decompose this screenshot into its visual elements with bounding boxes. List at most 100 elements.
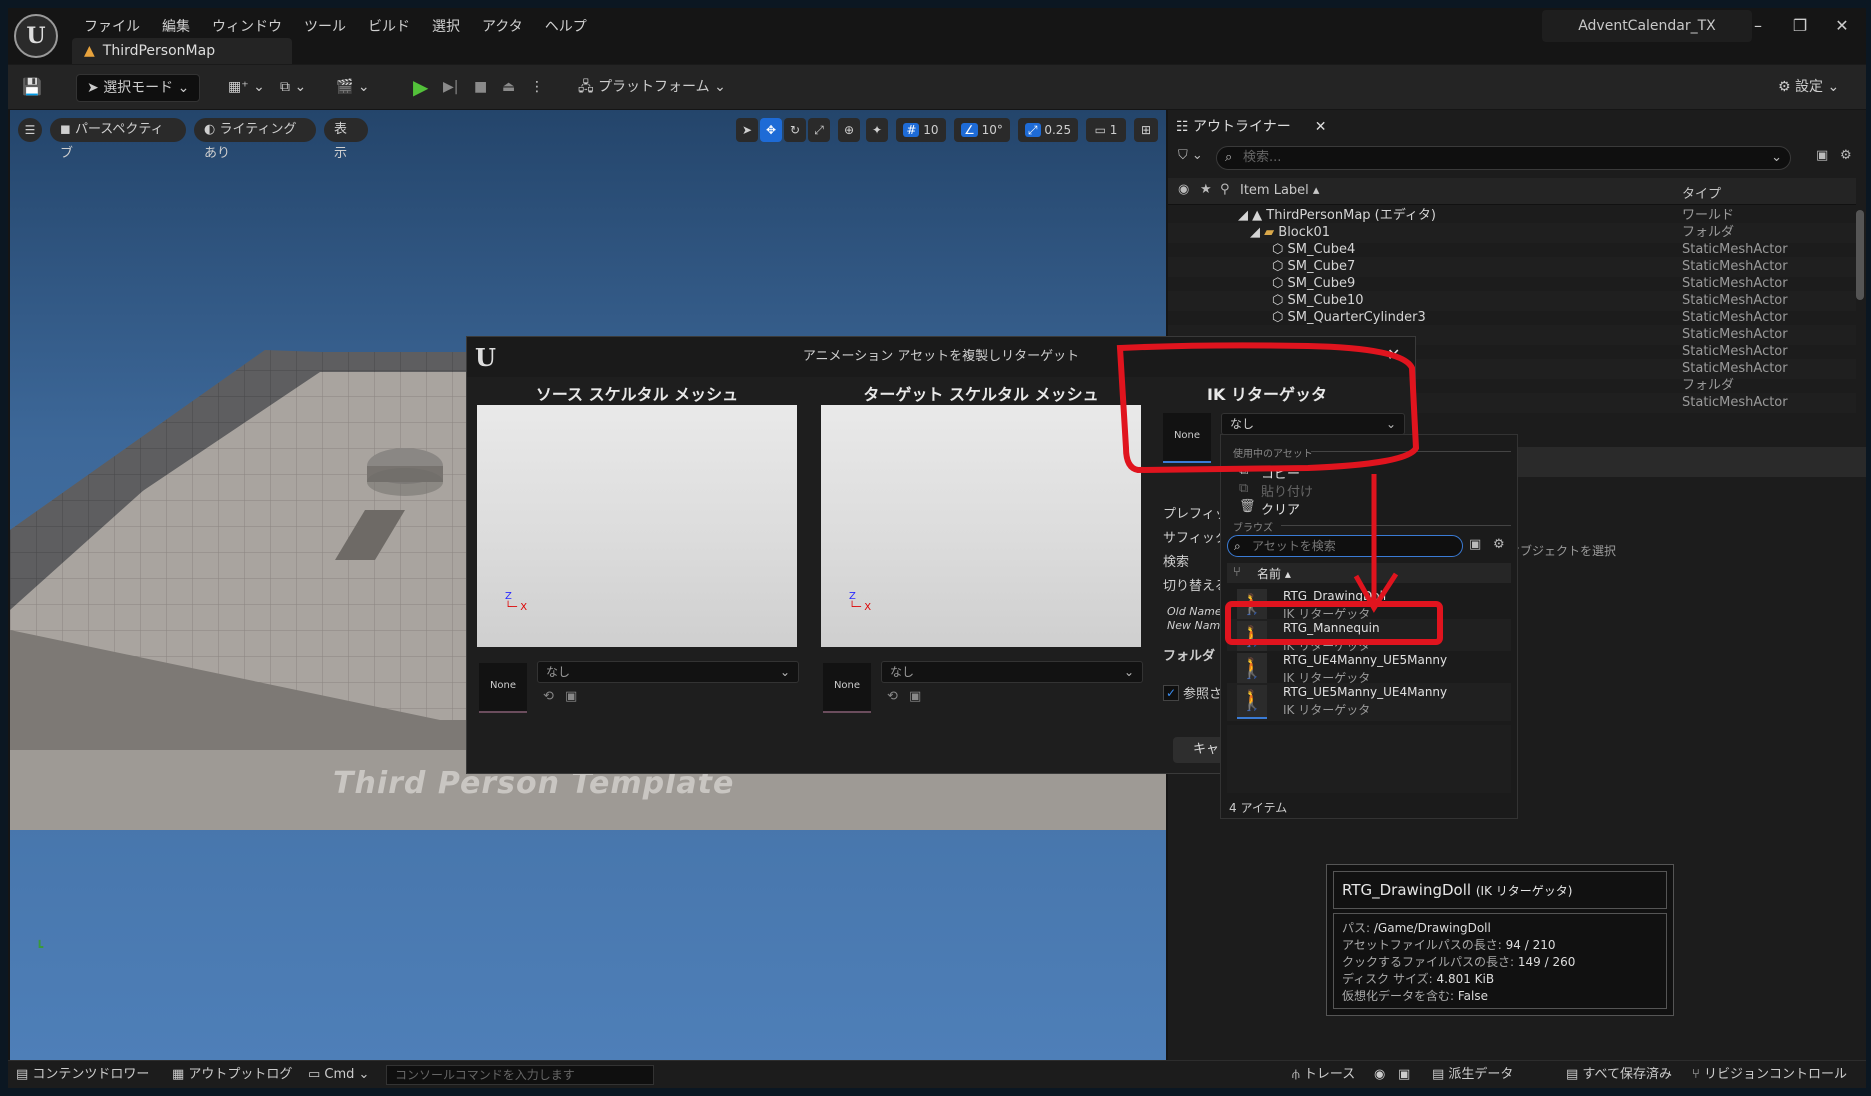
editor-window: U ファイル 編集 ウィンドウ ツール ビルド 選択 アクタ ヘルプ ▲ Thir… bbox=[8, 8, 1866, 1088]
source-mesh-combo[interactable]: なし ⌄ bbox=[537, 661, 799, 683]
asset-list-header: ⑂ 名前 ▴ bbox=[1227, 563, 1511, 583]
menu-actor[interactable]: アクタ bbox=[471, 10, 534, 44]
scale-tool-icon[interactable]: ⤢ bbox=[808, 118, 830, 142]
asset-list-empty-area bbox=[1227, 725, 1511, 793]
col-name[interactable]: 名前 ▴ bbox=[1257, 565, 1291, 582]
tab-outliner[interactable]: ☷ アウトライナー ✕ bbox=[1176, 114, 1326, 140]
revision-control-button[interactable]: ⑂ リビジョンコントロール bbox=[1692, 1061, 1847, 1088]
show-button[interactable]: 表示 bbox=[324, 118, 368, 161]
output-log-button[interactable]: ▦ アウトプットログ bbox=[172, 1061, 292, 1088]
outliner-settings-icon[interactable]: ⚙ bbox=[1840, 148, 1852, 163]
select-tool-icon[interactable]: ➤ bbox=[736, 118, 758, 142]
col-item-label[interactable]: Item Label ▴ bbox=[1240, 183, 1319, 198]
camera-speed-button[interactable]: ▭ 1 bbox=[1086, 118, 1126, 142]
view-settings-icon[interactable]: ⚙ bbox=[1493, 537, 1505, 552]
save-all-button[interactable]: ▤ すべて保存済み bbox=[1566, 1061, 1672, 1088]
browse-icon[interactable]: ▣ bbox=[909, 689, 921, 704]
step-icon[interactable]: ▶| bbox=[443, 74, 458, 100]
pin-icon[interactable]: ⚲ bbox=[1220, 182, 1230, 197]
reference-checkbox[interactable]: ✓ bbox=[1163, 685, 1179, 701]
target-preview[interactable]: Z └─ X bbox=[821, 405, 1141, 647]
play-icon[interactable]: ▶ bbox=[413, 74, 428, 100]
add-actor-icon[interactable]: ▦⁺ ⌄ bbox=[228, 74, 265, 100]
asset-tooltip: RTG_DrawingDoll (IK リターゲッタ) パス: /Game/Dr… bbox=[1326, 864, 1674, 1016]
source-preview[interactable]: Z └─ X bbox=[477, 405, 797, 647]
record-icon[interactable]: ◉ bbox=[1374, 1061, 1385, 1088]
level-icon: ▲ bbox=[84, 43, 95, 59]
terminal-icon: ▭ bbox=[308, 1067, 325, 1082]
menu-build[interactable]: ビルド bbox=[357, 10, 421, 44]
project-name: AdventCalendar_TX bbox=[1542, 10, 1752, 42]
eye-icon[interactable]: ◉ bbox=[1178, 182, 1189, 197]
add-folder-icon[interactable]: ▣ bbox=[1816, 148, 1828, 163]
path-value: /Game/DrawingDoll bbox=[1373, 921, 1491, 935]
stop-icon[interactable]: ■ bbox=[474, 74, 487, 100]
copy-menu-item[interactable]: コピー bbox=[1261, 463, 1300, 482]
asset-name: RTG_Mannequin bbox=[1283, 621, 1380, 635]
target-combo-value: なし bbox=[890, 665, 915, 679]
translate-tool-icon[interactable]: ✥ bbox=[760, 118, 782, 142]
cinematics-icon[interactable]: 🎬 ⌄ bbox=[336, 74, 370, 100]
platform-button[interactable]: 🖧 プラットフォーム ⌄ bbox=[578, 74, 726, 100]
paste-menu-item[interactable]: 貼り付け bbox=[1261, 481, 1313, 500]
eject-icon[interactable]: ⏏ bbox=[502, 74, 515, 100]
browse-folder-icon[interactable]: ▣ bbox=[1469, 537, 1481, 552]
target-mesh-combo[interactable]: なし ⌄ bbox=[881, 661, 1143, 683]
asset-search-input[interactable]: ⌕ アセットを検索 bbox=[1227, 535, 1463, 557]
ik-thumbnail[interactable]: None bbox=[1163, 413, 1211, 463]
ik-retargeter-combo[interactable]: なし ⌄ bbox=[1221, 413, 1405, 435]
cmd-button[interactable]: ▭ Cmd ⌄ bbox=[308, 1061, 369, 1088]
minimize-icon[interactable]: – bbox=[1738, 12, 1778, 40]
lighting-button[interactable]: ◐ ライティングあり bbox=[194, 118, 316, 161]
outliner-search-input[interactable]: ⌕ 検索... ⌄ bbox=[1216, 146, 1791, 170]
screenshot-icon[interactable]: ▣ bbox=[1398, 1061, 1410, 1088]
sort-icon[interactable]: ⑂ bbox=[1233, 565, 1241, 580]
row-label-text: SM_QuarterCylinder3 bbox=[1287, 310, 1426, 325]
save-icon[interactable]: 💾 bbox=[22, 74, 42, 100]
disk-size-value: 4.801 KiB bbox=[1436, 972, 1495, 986]
restore-icon[interactable]: ❐ bbox=[1780, 12, 1820, 40]
settings-button[interactable]: ⚙ 設定 ⌄ bbox=[1778, 74, 1839, 100]
filter-icon[interactable]: ⛉ ⌄ bbox=[1178, 148, 1203, 163]
target-thumbnail[interactable]: None bbox=[823, 663, 871, 713]
revision-control-label: リビジョンコントロール bbox=[1703, 1067, 1847, 1082]
blueprint-icon[interactable]: ⧉ ⌄ bbox=[280, 74, 306, 100]
folder-label: フォルダ bbox=[1163, 649, 1216, 664]
viewport-menu-icon[interactable]: ☰ bbox=[18, 118, 42, 142]
viewport-layout-icon[interactable]: ⊞ bbox=[1134, 118, 1158, 142]
tab-third-person-map[interactable]: ▲ ThirdPersonMap bbox=[72, 38, 292, 64]
dialog-close-icon[interactable]: ✕ bbox=[1387, 345, 1400, 364]
star-icon[interactable]: ★ bbox=[1200, 182, 1212, 197]
select-mode-button[interactable]: ➤ 選択モード ⌄ bbox=[76, 74, 201, 102]
perspective-button[interactable]: ◼ パースペクティブ bbox=[50, 118, 186, 161]
angle-snap-button[interactable]: ∠ 10° bbox=[954, 118, 1010, 142]
grid-snap-button[interactable]: # 10 bbox=[896, 118, 946, 142]
scale-snap-button[interactable]: ⤢ 0.25 bbox=[1018, 118, 1078, 142]
trace-button[interactable]: ⫛ トレース bbox=[1292, 1061, 1355, 1088]
menu-tools[interactable]: ツール bbox=[293, 10, 357, 44]
source-combo-value: なし bbox=[546, 665, 571, 679]
close-tab-icon[interactable]: ✕ bbox=[1315, 119, 1327, 135]
col-type[interactable]: タイプ bbox=[1682, 183, 1721, 202]
menu-help[interactable]: ヘルプ bbox=[534, 10, 598, 44]
surface-snap-icon[interactable]: ✦ bbox=[866, 118, 888, 142]
browse-icon[interactable]: ▣ bbox=[565, 689, 577, 704]
asset-list-item[interactable]: 🚶 RTG_UE5Manny_UE4Manny IK リターゲッタ bbox=[1227, 683, 1511, 721]
tooltip-virtualized-row: 仮想化データを含む: False bbox=[1342, 988, 1658, 1005]
close-window-icon[interactable]: ✕ bbox=[1822, 12, 1862, 40]
source-thumbnail[interactable]: None bbox=[479, 663, 527, 713]
select-object-hint: オブジェクトを選択 bbox=[1508, 544, 1617, 558]
clear-menu-item[interactable]: クリア bbox=[1261, 499, 1300, 518]
console-command-input[interactable]: コンソールコマンドを入力します bbox=[386, 1065, 654, 1085]
content-drawer-button[interactable]: ▤ コンテンツドロワー bbox=[16, 1061, 149, 1088]
use-selected-icon[interactable]: ⟲ bbox=[887, 689, 898, 704]
rotate-tool-icon[interactable]: ↻ bbox=[784, 118, 806, 142]
derived-data-button[interactable]: ▤ 派生データ bbox=[1432, 1061, 1513, 1088]
scale-snap-value: 0.25 bbox=[1044, 123, 1072, 137]
menu-select[interactable]: 選択 bbox=[421, 10, 471, 44]
world-space-icon[interactable]: ⊕ bbox=[838, 118, 860, 142]
unreal-logo-icon[interactable]: U bbox=[14, 14, 58, 58]
outliner-scrollbar[interactable] bbox=[1856, 210, 1864, 300]
use-selected-icon[interactable]: ⟲ bbox=[543, 689, 554, 704]
more-options-icon[interactable]: ⋮ bbox=[530, 74, 544, 100]
